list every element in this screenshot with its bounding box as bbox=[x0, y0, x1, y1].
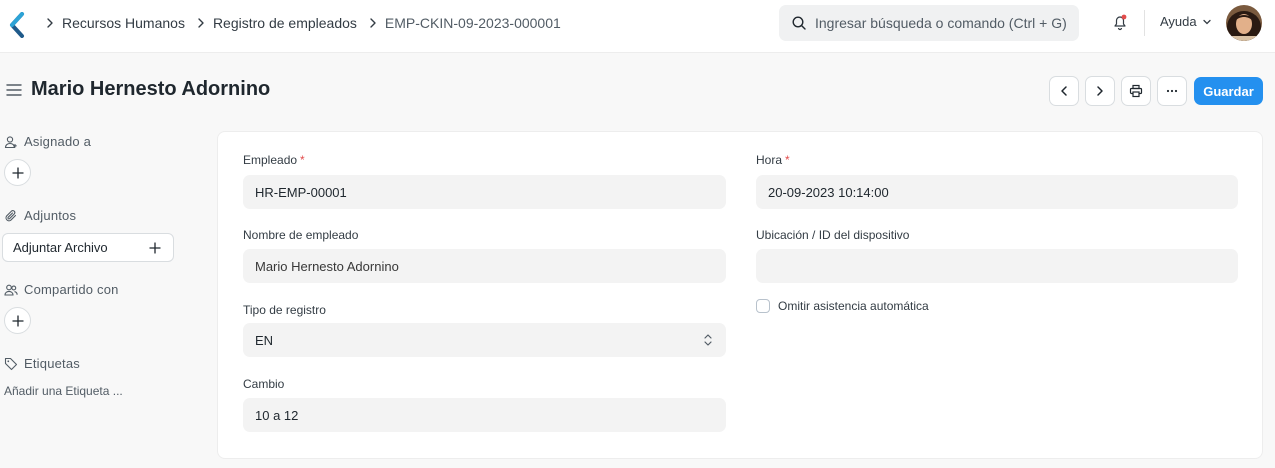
user-avatar[interactable] bbox=[1226, 5, 1262, 41]
select-arrows-icon bbox=[704, 334, 712, 346]
tag-icon bbox=[4, 357, 18, 370]
notification-bell-icon[interactable] bbox=[1110, 12, 1130, 32]
tags-section: Etiquetas bbox=[4, 356, 80, 371]
tags-label: Etiquetas bbox=[24, 356, 81, 371]
search-placeholder: Ingresar búsqueda o comando (Ctrl + G) bbox=[815, 15, 1067, 31]
save-button[interactable]: Guardar bbox=[1194, 77, 1263, 105]
shared-with-label: Compartido con bbox=[24, 282, 119, 297]
time-label: Hora * bbox=[756, 153, 790, 167]
breadcrumb: Recursos Humanos Registro de empleados E… bbox=[40, 0, 567, 45]
chevron-right-icon bbox=[370, 17, 376, 28]
breadcrumb-item-document[interactable]: EMP-CKIN-09-2023-000001 bbox=[385, 15, 561, 31]
printer-icon bbox=[1129, 84, 1143, 98]
shared-with-section: Compartido con bbox=[4, 282, 119, 297]
print-button[interactable] bbox=[1121, 76, 1151, 106]
employee-name-label: Nombre de empleado bbox=[243, 228, 359, 242]
plus-icon bbox=[149, 242, 161, 254]
app-logo-icon[interactable] bbox=[8, 12, 26, 38]
users-icon bbox=[4, 284, 18, 296]
chevron-right-icon bbox=[198, 17, 204, 28]
employee-label-text: Empleado bbox=[243, 153, 298, 167]
plus-icon bbox=[11, 166, 24, 179]
employee-field[interactable]: HR-EMP-00001 bbox=[243, 175, 726, 209]
employee-name-field: Mario Hernesto Adornino bbox=[243, 249, 726, 283]
required-marker: * bbox=[785, 153, 790, 167]
add-tag-link[interactable]: Añadir una Etiqueta ... bbox=[4, 384, 123, 398]
employee-label: Empleado * bbox=[243, 153, 305, 167]
shift-label: Cambio bbox=[243, 377, 285, 391]
add-assignee-button[interactable] bbox=[4, 159, 31, 186]
shift-field[interactable]: 10 a 12 bbox=[243, 398, 726, 432]
chevron-right-icon bbox=[47, 17, 53, 28]
add-share-button[interactable] bbox=[4, 307, 31, 334]
search-bar[interactable]: Ingresar búsqueda o comando (Ctrl + G) bbox=[779, 5, 1079, 41]
chevron-down-icon bbox=[1202, 19, 1211, 24]
log-type-label: Tipo de registro bbox=[243, 303, 326, 317]
time-label-text: Hora bbox=[756, 153, 783, 167]
log-type-value: EN bbox=[255, 332, 274, 348]
location-label: Ubicación / ID del dispositivo bbox=[756, 228, 910, 242]
plus-icon bbox=[11, 314, 24, 327]
next-doc-button[interactable] bbox=[1085, 76, 1115, 106]
attachments-label: Adjuntos bbox=[24, 208, 77, 223]
previous-doc-button[interactable] bbox=[1049, 76, 1079, 106]
search-icon bbox=[792, 16, 806, 30]
location-field[interactable] bbox=[756, 249, 1238, 283]
skip-auto-attendance-checkbox[interactable] bbox=[756, 299, 770, 313]
chevron-left-icon bbox=[1061, 86, 1067, 96]
attachments-section: Adjuntos bbox=[4, 208, 76, 223]
skip-auto-attendance-row[interactable]: Omitir asistencia automática bbox=[756, 299, 929, 313]
assigned-to-label: Asignado a bbox=[24, 134, 92, 149]
ellipsis-icon bbox=[1166, 89, 1178, 93]
more-actions-button[interactable] bbox=[1157, 76, 1187, 106]
navbar: Recursos Humanos Registro de empleados E… bbox=[0, 0, 1275, 53]
breadcrumb-item-hr[interactable]: Recursos Humanos bbox=[62, 15, 185, 31]
attach-file-button[interactable]: Adjuntar Archivo bbox=[2, 233, 174, 262]
attach-file-label: Adjuntar Archivo bbox=[13, 240, 108, 255]
time-field[interactable]: 20-09-2023 10:14:00 bbox=[756, 175, 1238, 209]
help-dropdown[interactable]: Ayuda bbox=[1160, 14, 1212, 29]
skip-auto-attendance-label: Omitir asistencia automática bbox=[778, 299, 929, 313]
user-add-icon bbox=[4, 135, 17, 148]
assigned-to-section: Asignado a bbox=[4, 134, 91, 149]
sidebar-toggle-icon[interactable] bbox=[6, 83, 22, 97]
chevron-right-icon bbox=[1097, 86, 1103, 96]
breadcrumb-item-checkin[interactable]: Registro de empleados bbox=[213, 15, 357, 31]
required-marker: * bbox=[300, 153, 305, 167]
help-label: Ayuda bbox=[1160, 14, 1197, 29]
log-type-select[interactable]: EN bbox=[243, 323, 726, 357]
paperclip-icon bbox=[5, 209, 17, 221]
navbar-divider bbox=[1144, 10, 1145, 36]
page-title: Mario Hernesto Adornino bbox=[31, 78, 271, 100]
